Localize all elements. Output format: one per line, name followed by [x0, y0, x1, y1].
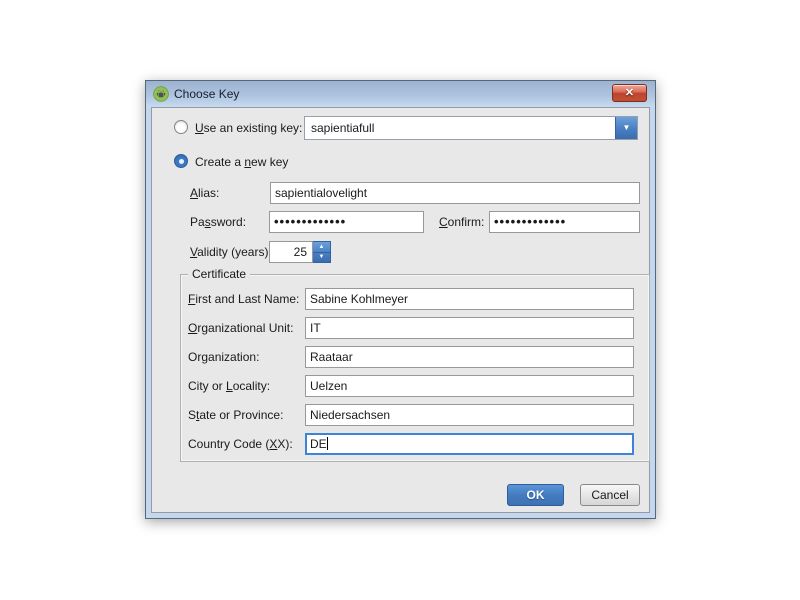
organization-label: Organization: [188, 349, 259, 365]
organization-input[interactable]: Raataar [305, 346, 634, 368]
organizational-unit-input[interactable]: IT [305, 317, 634, 339]
spinner-down-button[interactable]: ▼ [313, 252, 330, 262]
city-locality-label: City or Locality: [188, 378, 270, 394]
combobox-dropdown-button[interactable]: ▼ [615, 117, 637, 139]
password-input[interactable]: ••••••••••••• [269, 211, 424, 233]
text-caret [327, 437, 328, 450]
validity-spinner-buttons: ▲ ▼ [313, 241, 331, 263]
city-locality-input[interactable]: Uelzen [305, 375, 634, 397]
country-code-input[interactable]: DE [305, 433, 634, 455]
alias-input[interactable]: sapientialovelight [270, 182, 640, 204]
state-province-input[interactable]: Niedersachsen [305, 404, 634, 426]
dialog-title: Choose Key [174, 81, 239, 107]
cancel-button[interactable]: Cancel [580, 484, 640, 506]
title-bar[interactable]: Choose Key ✕ [146, 81, 655, 107]
close-icon: ✕ [625, 87, 634, 99]
validity-label: Validity (years): [190, 244, 272, 260]
first-last-name-input[interactable]: Sabine Kohlmeyer [305, 288, 634, 310]
ok-button[interactable]: OK [507, 484, 564, 506]
country-code-label: Country Code (XX): [188, 436, 293, 452]
confirm-password-input[interactable]: ••••••••••••• [489, 211, 640, 233]
create-new-key-label: Create a new key [195, 154, 288, 170]
radio-create-new-key[interactable] [174, 154, 188, 168]
organizational-unit-label: Organizational Unit: [188, 320, 293, 336]
existing-key-value: sapientiafull [311, 117, 374, 139]
choose-key-dialog: Choose Key ✕ Use an existing key: sapien… [145, 80, 656, 519]
state-province-label: State or Province: [188, 407, 283, 423]
radio-use-existing-key[interactable] [174, 120, 188, 134]
certificate-legend: Certificate [188, 266, 250, 282]
confirm-label: Confirm: [439, 214, 484, 230]
arrow-down-icon: ▼ [319, 254, 325, 260]
arrow-up-icon: ▲ [319, 244, 325, 250]
spinner-up-button[interactable]: ▲ [313, 242, 330, 252]
existing-key-combobox[interactable]: sapientiafull ▼ [304, 116, 638, 140]
validity-spinner-input[interactable]: 25 [269, 241, 313, 263]
alias-label: Alias: [190, 185, 219, 201]
chevron-down-icon: ▼ [623, 123, 631, 132]
close-button[interactable]: ✕ [612, 84, 647, 102]
android-icon [153, 86, 169, 102]
password-label: Password: [190, 214, 246, 230]
use-existing-key-label: Use an existing key: [195, 120, 302, 136]
first-last-name-label: First and Last Name: [188, 291, 299, 307]
dialog-body: Use an existing key: sapientiafull ▼ Cre… [151, 107, 650, 513]
